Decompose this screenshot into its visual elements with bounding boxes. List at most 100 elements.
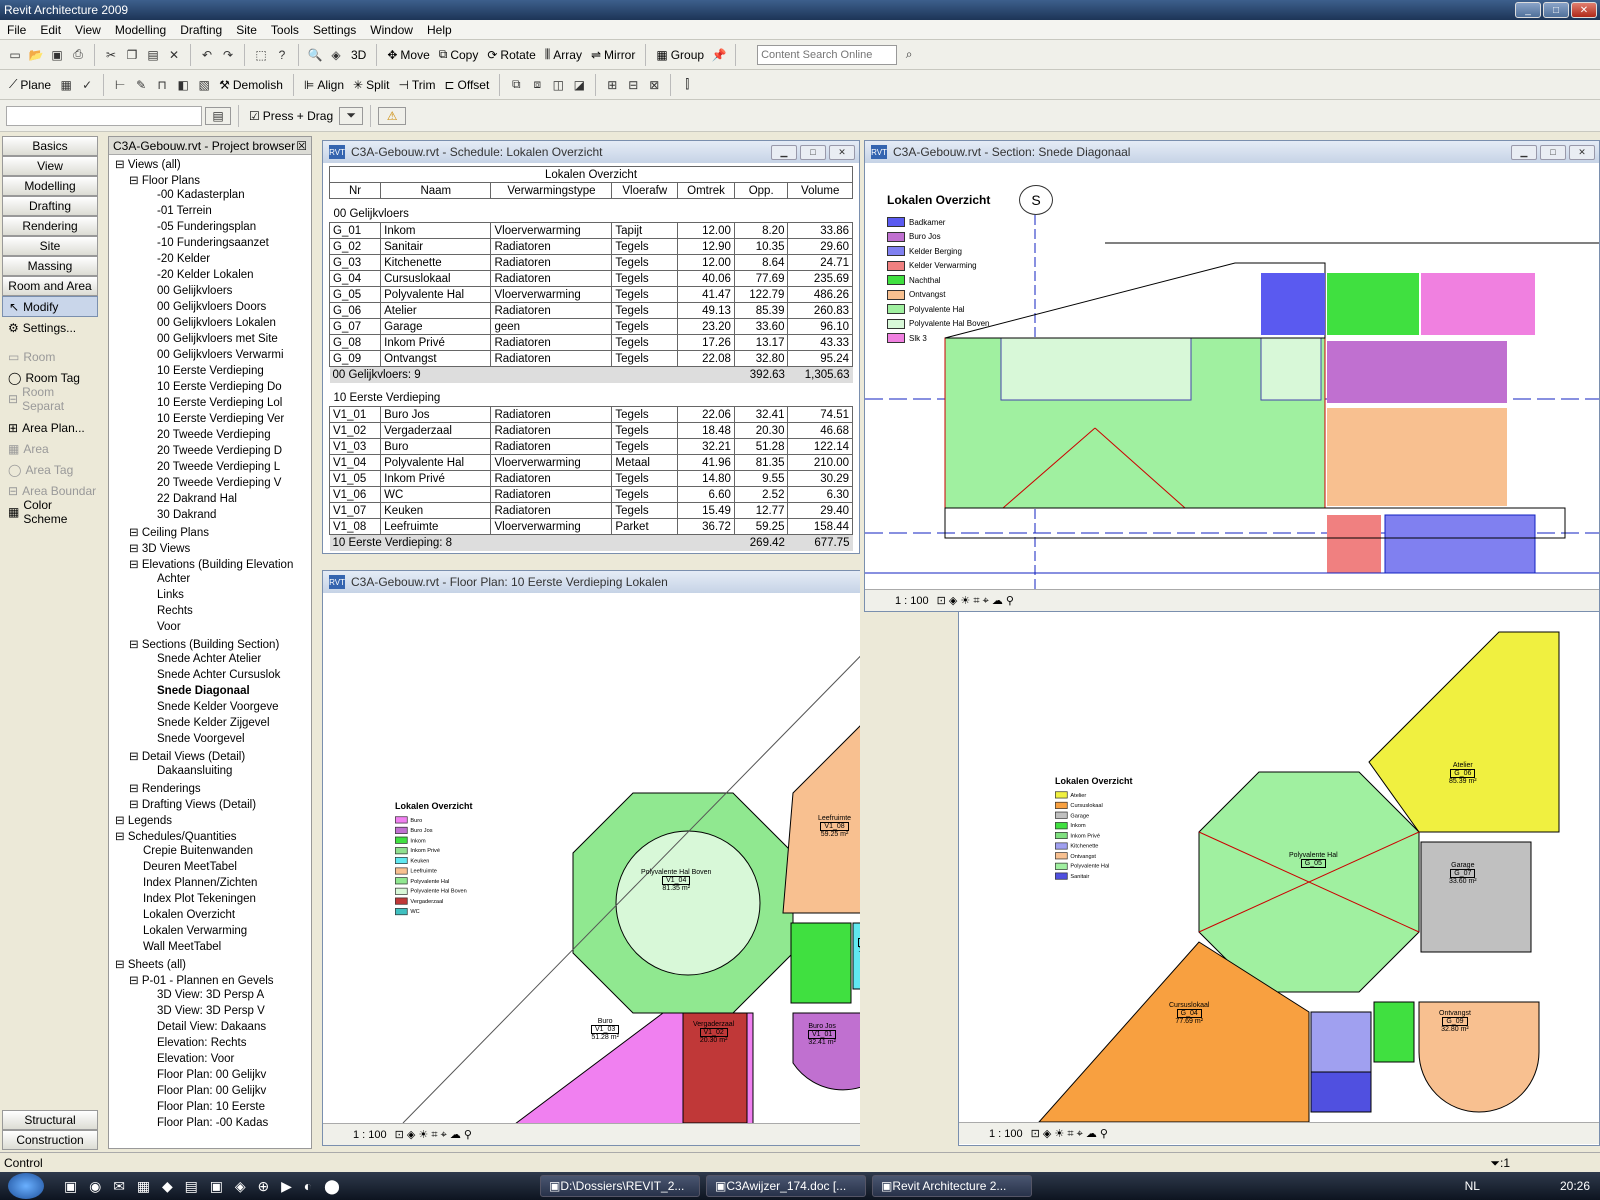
schedule-maximize[interactable]: □: [800, 144, 826, 160]
browser-item[interactable]: ⊟ Elevations (Building Elevation: [109, 557, 311, 573]
content-search-input[interactable]: [757, 44, 898, 65]
table-row[interactable]: V1_06 WC Radiatoren Tegels 6.60 2.52 6.30: [328, 486, 853, 503]
filter-icon[interactable]: ⏷: [339, 106, 364, 125]
table-row[interactable]: G_01 Inkom Vloerverwarming Tapijt 12.00 8.20 3…: [328, 222, 853, 239]
expand-icon[interactable]: ⊟: [129, 559, 142, 571]
browser-item[interactable]: 20 Tweede Verdieping D: [109, 445, 311, 461]
browser-item[interactable]: Snede Kelder Voorgeve: [109, 701, 311, 717]
browser-item[interactable]: Floor Plan: 00 Gelijkv: [109, 1085, 311, 1101]
save-icon[interactable]: ▣: [48, 46, 66, 64]
view-controls-icon[interactable]: ⊡ ◈ ☀ ⌗ ⌖ ☁ ⚲: [937, 594, 1014, 608]
browser-item[interactable]: 30 Dakrand: [109, 509, 311, 525]
browser-item[interactable]: 20 Tweede Verdieping: [109, 429, 311, 445]
expand-icon[interactable]: ⊟: [115, 815, 128, 827]
table-row[interactable]: V1_07 Keuken Radiatoren Tegels 15.49 12.77 29.…: [328, 502, 853, 519]
room-tag[interactable]: Vergaderzaal V1_02 20.30 m²: [693, 1021, 734, 1044]
table-row[interactable]: G_05 Polyvalente Hal Vloerverwarming Tegels…: [328, 286, 853, 303]
column-header[interactable]: Opp.: [733, 182, 789, 199]
browser-item[interactable]: Detail View: Dakaans: [109, 1021, 311, 1037]
browser-close-icon[interactable]: ☒: [296, 139, 307, 153]
section-close[interactable]: ✕: [1569, 144, 1595, 160]
pin-icon[interactable]: 📌: [710, 46, 728, 64]
browser-item[interactable]: Wall MeetTabel: [109, 941, 311, 957]
paste-icon[interactable]: ▤: [144, 46, 162, 64]
taskbar-item[interactable]: ▣ D:\Dossiers\REVIT_2...: [540, 1175, 700, 1197]
plan1-canvas[interactable]: Lokalen Overzicht Buro Buro Jos Inkom Inkom…: [323, 593, 860, 1123]
tab-construction[interactable]: Construction: [2, 1130, 98, 1150]
browser-item[interactable]: Snede Voorgevel: [109, 733, 311, 749]
schedule-close[interactable]: ✕: [829, 144, 855, 160]
expand-icon[interactable]: ⊟: [115, 959, 128, 971]
column-header[interactable]: Omtrek: [677, 182, 735, 199]
link-icon[interactable]: ⊞: [603, 76, 621, 94]
trim-button[interactable]: ⊣ Trim: [395, 78, 438, 92]
hide-icon[interactable]: ◫: [549, 76, 567, 94]
split-button[interactable]: ✳ Split: [350, 78, 392, 92]
menu-view[interactable]: View: [68, 23, 108, 37]
browser-item[interactable]: Elevation: Rechts: [109, 1037, 311, 1053]
section-minimize[interactable]: ▁: [1511, 144, 1537, 160]
copy-clipboard-icon[interactable]: ⧉: [507, 76, 525, 94]
browser-item[interactable]: 10 Eerste Verdieping Ver: [109, 413, 311, 429]
expand-icon[interactable]: ⊟: [129, 527, 142, 539]
browser-item[interactable]: 3D View: 3D Persp V: [109, 1005, 311, 1021]
browser-item[interactable]: -05 Funderingsplan: [109, 221, 311, 237]
schedule-minimize[interactable]: ▁: [771, 144, 797, 160]
browser-item[interactable]: Floor Plan: 10 Eerste: [109, 1101, 311, 1117]
browser-item[interactable]: -01 Terrein: [109, 205, 311, 221]
align-button[interactable]: ⊫ Align: [301, 78, 347, 92]
table-row[interactable]: V1_03 Buro Radiatoren Tegels 32.21 51.28 122.1…: [328, 438, 853, 455]
browser-item[interactable]: 20 Tweede Verdieping L: [109, 461, 311, 477]
warning-icon[interactable]: ⚠: [378, 106, 407, 125]
tab-room-and-area[interactable]: Room and Area: [2, 276, 98, 296]
room-tag[interactable]: Atelier G_06 85.39 m²: [1449, 762, 1477, 785]
workset-icon[interactable]: ⊟: [624, 76, 642, 94]
press-drag-checkbox[interactable]: ☑ Press + Drag: [246, 109, 336, 123]
table-row[interactable]: G_03 Kitchenette Radiatoren Tegels 12.00 8.64…: [328, 254, 853, 271]
table-row[interactable]: V1_01 Buro Jos Radiatoren Tegels 22.06 32.41 7…: [328, 406, 853, 423]
plan2-canvas[interactable]: Lokalen Overzicht Atelier Cursuslokaal Gar…: [959, 612, 1599, 1122]
expand-icon[interactable]: ⊟: [129, 543, 142, 555]
isolate-icon[interactable]: ◪: [570, 76, 588, 94]
help-icon[interactable]: ?: [273, 46, 291, 64]
browser-item[interactable]: 22 Dakrand Hal: [109, 493, 311, 509]
browser-item[interactable]: Lokalen Verwarming: [109, 925, 311, 941]
browser-item[interactable]: ⊟ Sections (Building Section): [109, 637, 311, 653]
zoom-icon[interactable]: 🔍: [306, 46, 324, 64]
browser-item[interactable]: 10 Eerste Verdieping Lol: [109, 397, 311, 413]
expand-icon[interactable]: ⊟: [129, 783, 142, 795]
menu-modelling[interactable]: Modelling: [108, 23, 173, 37]
browser-item[interactable]: 00 Gelijkvloers met Site: [109, 333, 311, 349]
browser-item[interactable]: -10 Funderingsaanzet: [109, 237, 311, 253]
browser-item[interactable]: Achter: [109, 573, 311, 589]
browser-item[interactable]: Index Plannen/Zichten: [109, 877, 311, 893]
paint-icon[interactable]: ▧: [195, 76, 213, 94]
tab-site[interactable]: Site: [2, 236, 98, 256]
undo-icon[interactable]: ↶: [198, 46, 216, 64]
browser-item[interactable]: ⊟ Renderings: [109, 781, 311, 797]
table-row[interactable]: V1_08 Leefruimte Vloerverwarming Parket 36.7…: [328, 518, 853, 535]
room-tag[interactable]: Cursuslokaal G_04 77.69 m²: [1169, 1002, 1209, 1025]
menu-settings[interactable]: Settings: [306, 23, 363, 37]
plan2-scale[interactable]: 1 : 100: [989, 1128, 1023, 1140]
copy-button[interactable]: ⧉ Copy: [436, 47, 482, 62]
browser-item[interactable]: 10 Eerste Verdieping Do: [109, 381, 311, 397]
browser-item[interactable]: 3D View: 3D Persp A: [109, 989, 311, 1005]
menu-site[interactable]: Site: [229, 23, 264, 37]
copy-icon[interactable]: ❐: [123, 46, 141, 64]
tab-rendering[interactable]: Rendering: [2, 216, 98, 236]
taskbar-item[interactable]: ▣ Revit Architecture 2...: [872, 1175, 1032, 1197]
tool-color-scheme[interactable]: ▦ Color Scheme: [2, 498, 98, 526]
table-row[interactable]: V1_02 Vergaderzaal Radiatoren Tegels 18.48 20…: [328, 422, 853, 439]
room-tag[interactable]: Polyvalente Hal G_05: [1289, 852, 1338, 868]
column-header[interactable]: Naam: [380, 182, 492, 199]
table-row[interactable]: V1_04 Polyvalente Hal Vloerverwarming Metaa…: [328, 454, 853, 471]
room-tag[interactable]: Ontvangst G_09 32.80 m²: [1439, 1010, 1471, 1033]
menu-edit[interactable]: Edit: [33, 23, 68, 37]
browser-item[interactable]: ⊟ Detail Views (Detail): [109, 749, 311, 765]
filter-count[interactable]: ⏷:1: [1490, 1156, 1510, 1171]
redo-icon[interactable]: ↷: [219, 46, 237, 64]
browser-item[interactable]: ⊟ Ceiling Plans: [109, 525, 311, 541]
tab-basics[interactable]: Basics: [2, 136, 98, 156]
column-header[interactable]: Volume: [787, 182, 853, 199]
